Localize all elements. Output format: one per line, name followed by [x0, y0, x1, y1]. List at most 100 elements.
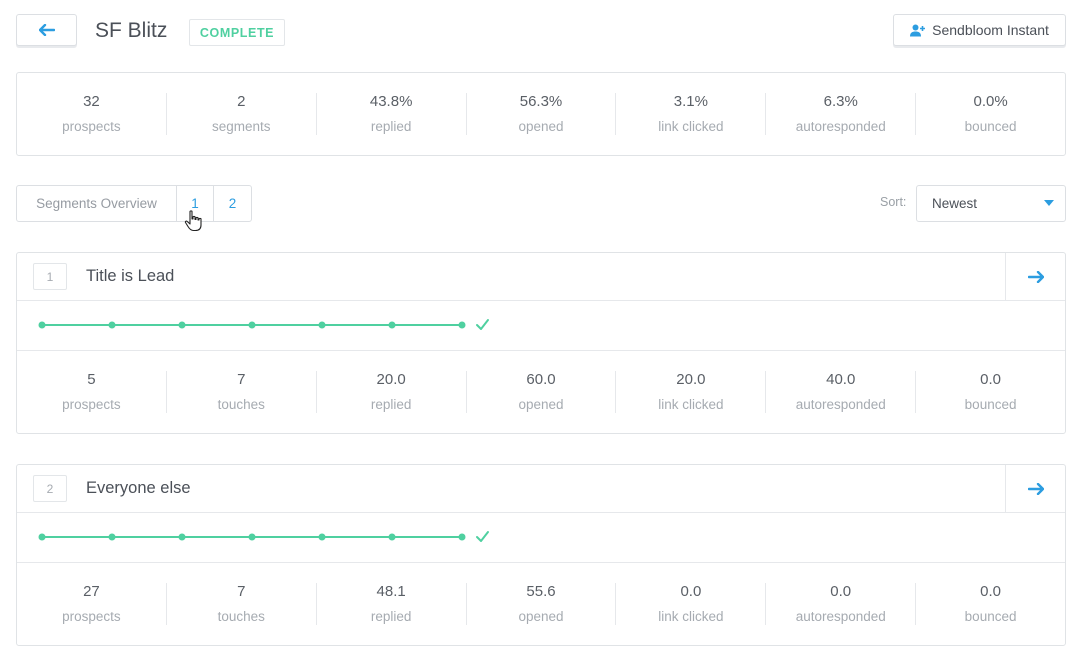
stat-touches: 7 touches	[167, 583, 317, 625]
check-icon	[476, 319, 489, 330]
stat-value: 7	[237, 371, 246, 388]
open-segment-button[interactable]	[1005, 253, 1065, 300]
stat-label: touches	[217, 609, 265, 624]
user-plus-icon	[910, 24, 926, 36]
stat-value: 3.1%	[673, 93, 708, 110]
stat-value: 0.0%	[973, 93, 1008, 110]
stat-prospects: 27 prospects	[17, 583, 167, 625]
open-segment-button[interactable]	[1005, 465, 1065, 512]
stat-label: autoresponded	[795, 119, 886, 134]
segment-title: Title is Lead	[86, 267, 175, 285]
touch-step-dot	[248, 321, 256, 329]
check-icon	[476, 531, 489, 542]
segment-touch-progress	[17, 513, 1065, 563]
touch-step-dot	[108, 533, 116, 541]
touch-step-dot	[458, 321, 466, 329]
stat-opened: 56.3% opened	[467, 93, 617, 135]
touch-step-dot	[388, 533, 396, 541]
touch-step-dot	[248, 533, 256, 541]
stat-replied: 20.0 replied	[317, 371, 467, 413]
stat-replied: 43.8% replied	[317, 93, 467, 135]
stat-label: prospects	[62, 119, 121, 134]
stat-autoresponded: 0.0 autoresponded	[766, 583, 917, 625]
touch-step-dot	[318, 533, 326, 541]
stat-label: bounced	[964, 119, 1017, 134]
tab-segments-overview[interactable]: Segments Overview	[17, 186, 177, 221]
stat-label: opened	[518, 119, 564, 134]
stat-label: replied	[370, 119, 412, 134]
touch-step-dot	[388, 321, 396, 329]
stat-label: replied	[370, 397, 412, 412]
page-title: SF Blitz	[95, 19, 168, 42]
segment-header: 1 Title is Lead	[17, 253, 1065, 301]
campaign-summary-stats: 32 prospects 2 segments 43.8% replied 56…	[16, 72, 1066, 156]
stat-label: replied	[370, 609, 412, 624]
stat-value: 2	[237, 93, 246, 110]
segment-card-2: 2 Everyone else 27 prospects 7 touches 4…	[16, 464, 1066, 646]
sort-label: Sort:	[880, 195, 907, 209]
segment-number: 2	[33, 475, 67, 502]
stat-value: 27	[83, 583, 100, 600]
stat-label: bounced	[964, 397, 1017, 412]
touch-step-dot	[178, 533, 186, 541]
sort-select[interactable]: Newest	[916, 185, 1066, 222]
segment-number: 1	[33, 263, 67, 290]
stat-opened: 60.0 opened	[467, 371, 617, 413]
stat-value: 5	[87, 371, 96, 388]
segment-stats: 5 prospects 7 touches 20.0 replied 60.0 …	[17, 351, 1065, 433]
stat-value: 20.0	[676, 371, 706, 388]
stat-label: autoresponded	[795, 397, 886, 412]
stat-label: touches	[217, 397, 265, 412]
stat-label: autoresponded	[795, 609, 886, 624]
stat-segments: 2 segments	[167, 93, 317, 135]
segment-touch-progress	[17, 301, 1065, 351]
stat-label: opened	[518, 609, 564, 624]
stat-autoresponded: 6.3% autoresponded	[766, 93, 917, 135]
stat-value: 6.3%	[823, 93, 858, 110]
stat-label: link clicked	[658, 119, 724, 134]
segment-stats: 27 prospects 7 touches 48.1 replied 55.6…	[17, 563, 1065, 645]
arrow-left-icon	[38, 24, 55, 36]
segment-tabs: Segments Overview 1 2	[16, 185, 252, 222]
touch-step-dot	[108, 321, 116, 329]
stat-value: 0.0	[830, 583, 852, 600]
stat-value: 0.0	[980, 583, 1002, 600]
sendbloom-instant-button[interactable]: Sendbloom Instant	[893, 14, 1066, 46]
arrow-right-icon	[1027, 270, 1044, 283]
caret-down-icon	[1044, 200, 1054, 206]
stat-autoresponded: 40.0 autoresponded	[766, 371, 917, 413]
stat-value: 20.0	[376, 371, 406, 388]
sort-value: Newest	[932, 196, 978, 211]
stat-opened: 55.6 opened	[467, 583, 617, 625]
stat-replied: 48.1 replied	[317, 583, 467, 625]
tab-segment-2[interactable]: 2	[214, 186, 251, 221]
progress-track	[38, 319, 489, 330]
stat-value: 56.3%	[519, 93, 563, 110]
segment-title: Everyone else	[86, 479, 191, 497]
stat-link-clicked: 3.1% link clicked	[616, 93, 767, 135]
stat-label: segments	[212, 119, 271, 134]
segment-card-1: 1 Title is Lead 5 prospects 7 touches 20…	[16, 252, 1066, 434]
stat-value: 7	[237, 583, 246, 600]
stat-prospects: 32 prospects	[17, 93, 167, 135]
stat-label: opened	[518, 397, 564, 412]
stat-bounced: 0.0 bounced	[916, 371, 1065, 413]
hand-pointer-icon	[184, 210, 202, 232]
stat-bounced: 0.0% bounced	[916, 93, 1065, 135]
stat-value: 48.1	[376, 583, 406, 600]
progress-track	[38, 531, 489, 542]
back-button[interactable]	[16, 14, 77, 46]
stat-prospects: 5 prospects	[17, 371, 167, 413]
stat-label: prospects	[62, 609, 121, 624]
stat-label: prospects	[62, 397, 121, 412]
arrow-right-icon	[1027, 482, 1044, 495]
stat-value: 0.0	[680, 583, 702, 600]
segment-header: 2 Everyone else	[17, 465, 1065, 513]
stat-label: link clicked	[658, 397, 724, 412]
stat-link-clicked: 20.0 link clicked	[616, 371, 767, 413]
status-badge: COMPLETE	[189, 19, 285, 46]
touch-step-dot	[318, 321, 326, 329]
stat-bounced: 0.0 bounced	[916, 583, 1065, 625]
stat-value: 32	[83, 93, 100, 110]
touch-step-dot	[38, 321, 46, 329]
